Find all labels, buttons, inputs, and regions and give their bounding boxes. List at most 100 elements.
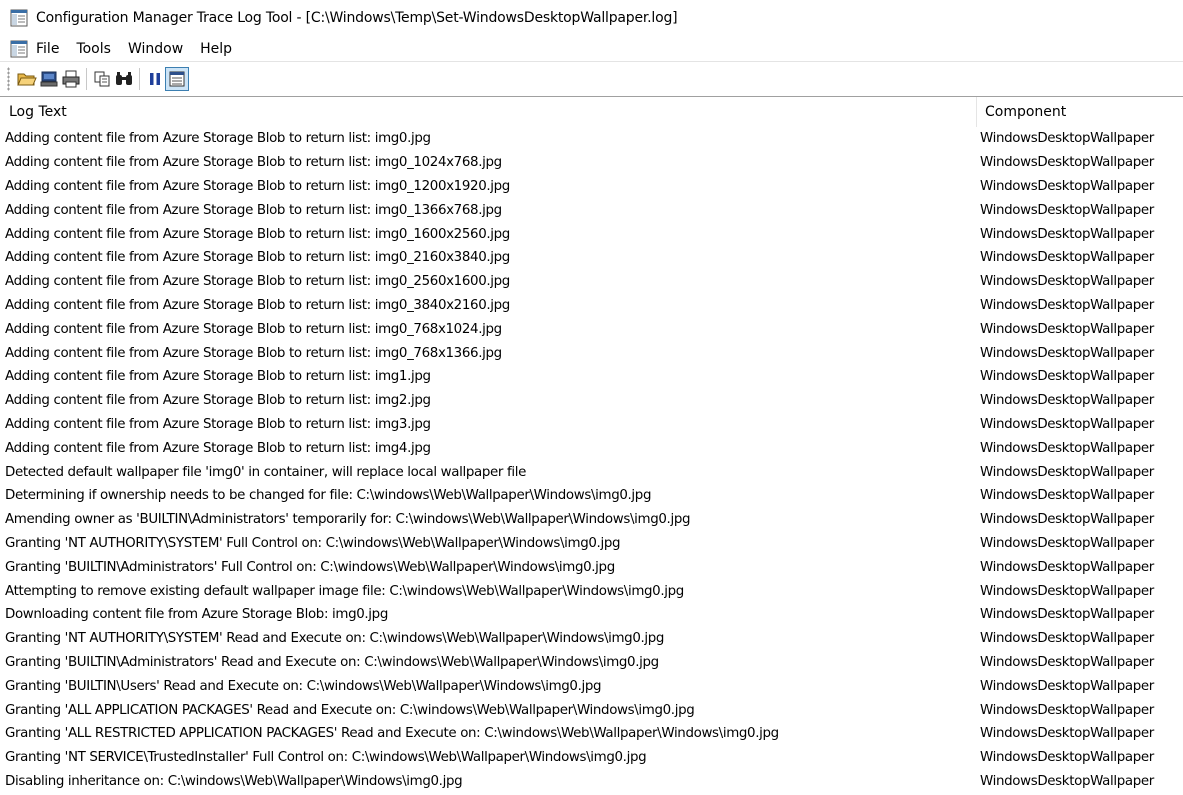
component-cell: WindowsDesktopWallpaper (980, 178, 1154, 194)
component-cell: WindowsDesktopWallpaper (980, 416, 1154, 432)
log-text-cell: Adding content file from Azure Storage B… (5, 321, 502, 337)
toolbar (0, 62, 1183, 95)
table-row[interactable]: Granting 'NT AUTHORITY\SYSTEM' Read and … (0, 627, 1183, 651)
menu-bar: File Tools Window Help (0, 36, 1183, 61)
component-cell: WindowsDesktopWallpaper (980, 155, 1154, 171)
component-cell: WindowsDesktopWallpaper (980, 631, 1154, 647)
table-row[interactable]: Granting 'NT AUTHORITY\SYSTEM' Full Cont… (0, 532, 1183, 556)
component-cell: WindowsDesktopWallpaper (980, 393, 1154, 409)
log-text-cell: Adding content file from Azure Storage B… (5, 131, 431, 147)
log-text-cell: Granting 'ALL RESTRICTED APPLICATION PAC… (5, 726, 779, 742)
cmtrace-icon (10, 9, 28, 27)
table-row[interactable]: Attempting to remove existing default wa… (0, 579, 1183, 603)
log-text-cell: Adding content file from Azure Storage B… (5, 250, 510, 266)
column-header-log-text[interactable]: Log Text (0, 97, 977, 127)
document-icon[interactable] (10, 40, 28, 58)
find-icon[interactable] (113, 68, 135, 90)
table-row[interactable]: Granting 'ALL RESTRICTED APPLICATION PAC… (0, 722, 1183, 746)
component-cell: WindowsDesktopWallpaper (980, 488, 1154, 504)
table-row[interactable]: Amending owner as 'BUILTIN\Administrator… (0, 508, 1183, 532)
log-text-cell: Granting 'BUILTIN\Administrators' Read a… (5, 654, 659, 670)
component-cell: WindowsDesktopWallpaper (980, 654, 1154, 670)
log-text-cell: Adding content file from Azure Storage B… (5, 155, 502, 171)
component-cell: WindowsDesktopWallpaper (980, 678, 1154, 694)
table-row[interactable]: Adding content file from Azure Storage B… (0, 365, 1183, 389)
table-row[interactable]: Adding content file from Azure Storage B… (0, 389, 1183, 413)
table-row[interactable]: Downloading content file from Azure Stor… (0, 603, 1183, 627)
table-row[interactable]: Determining if ownership needs to be cha… (0, 484, 1183, 508)
table-row[interactable]: Granting 'ALL APPLICATION PACKAGES' Read… (0, 698, 1183, 722)
menu-window[interactable]: Window (120, 41, 192, 57)
table-row[interactable]: Granting 'BUILTIN\Administrators' Full C… (0, 555, 1183, 579)
table-row[interactable]: Adding content file from Azure Storage B… (0, 151, 1183, 175)
table-row[interactable]: Granting 'BUILTIN\Users' Read and Execut… (0, 674, 1183, 698)
component-cell: WindowsDesktopWallpaper (980, 535, 1154, 551)
open-folder-icon[interactable] (16, 68, 38, 90)
log-text-cell: Granting 'NT AUTHORITY\SYSTEM' Full Cont… (5, 535, 621, 551)
title-bar: Configuration Manager Trace Log Tool - [… (0, 0, 1183, 36)
component-cell: WindowsDesktopWallpaper (980, 726, 1154, 742)
table-row[interactable]: Granting 'BUILTIN\Administrators' Read a… (0, 651, 1183, 675)
print-icon[interactable] (60, 68, 82, 90)
log-text-cell: Granting 'NT SERVICE\TrustedInstaller' F… (5, 750, 647, 766)
table-row[interactable]: Detected default wallpaper file 'img0' i… (0, 460, 1183, 484)
menu-file[interactable]: File (36, 41, 68, 57)
log-text-cell: Attempting to remove existing default wa… (5, 583, 684, 599)
table-row[interactable]: Adding content file from Azure Storage B… (0, 413, 1183, 437)
log-text-cell: Adding content file from Azure Storage B… (5, 226, 510, 242)
component-cell: WindowsDesktopWallpaper (980, 440, 1154, 456)
component-cell: WindowsDesktopWallpaper (980, 345, 1154, 361)
component-cell: WindowsDesktopWallpaper (980, 297, 1154, 313)
component-cell: WindowsDesktopWallpaper (980, 131, 1154, 147)
log-listview[interactable]: Log Text Component Adding content file f… (0, 96, 1183, 795)
log-text-cell: Detected default wallpaper file 'img0' i… (5, 464, 526, 480)
log-rows: Adding content file from Azure Storage B… (0, 127, 1183, 793)
log-text-cell: Adding content file from Azure Storage B… (5, 393, 431, 409)
table-row[interactable]: Granting 'NT SERVICE\TrustedInstaller' F… (0, 746, 1183, 770)
component-cell: WindowsDesktopWallpaper (980, 369, 1154, 385)
table-row[interactable]: Adding content file from Azure Storage B… (0, 222, 1183, 246)
log-text-cell: Adding content file from Azure Storage B… (5, 416, 431, 432)
column-header-component[interactable]: Component (977, 97, 1183, 127)
component-cell: WindowsDesktopWallpaper (980, 464, 1154, 480)
table-row[interactable]: Adding content file from Azure Storage B… (0, 341, 1183, 365)
menu-help[interactable]: Help (192, 41, 241, 57)
table-row[interactable]: Disabling inheritance on: C:\windows\Web… (0, 770, 1183, 794)
table-row[interactable]: Adding content file from Azure Storage B… (0, 294, 1183, 318)
log-text-cell: Disabling inheritance on: C:\windows\Web… (5, 773, 463, 789)
table-row[interactable]: Adding content file from Azure Storage B… (0, 436, 1183, 460)
open-server-icon[interactable] (38, 68, 60, 90)
log-text-cell: Adding content file from Azure Storage B… (5, 202, 502, 218)
table-row[interactable]: Adding content file from Azure Storage B… (0, 246, 1183, 270)
log-text-cell: Adding content file from Azure Storage B… (5, 440, 431, 456)
component-cell: WindowsDesktopWallpaper (980, 321, 1154, 337)
log-text-cell: Adding content file from Azure Storage B… (5, 345, 502, 361)
table-row[interactable]: Adding content file from Azure Storage B… (0, 127, 1183, 151)
component-cell: WindowsDesktopWallpaper (980, 607, 1154, 623)
log-text-cell: Downloading content file from Azure Stor… (5, 607, 388, 623)
component-cell: WindowsDesktopWallpaper (980, 512, 1154, 528)
log-text-cell: Adding content file from Azure Storage B… (5, 178, 510, 194)
table-row[interactable]: Adding content file from Azure Storage B… (0, 270, 1183, 294)
table-row[interactable]: Adding content file from Azure Storage B… (0, 198, 1183, 222)
log-text-cell: Adding content file from Azure Storage B… (5, 274, 510, 290)
log-text-cell: Granting 'BUILTIN\Users' Read and Execut… (5, 678, 602, 694)
window-title: Configuration Manager Trace Log Tool - [… (36, 10, 678, 26)
menu-tools[interactable]: Tools (68, 41, 120, 57)
component-cell: WindowsDesktopWallpaper (980, 274, 1154, 290)
log-text-cell: Granting 'NT AUTHORITY\SYSTEM' Read and … (5, 631, 665, 647)
component-cell: WindowsDesktopWallpaper (980, 750, 1154, 766)
log-text-cell: Amending owner as 'BUILTIN\Administrator… (5, 512, 691, 528)
toolbar-grip[interactable] (7, 66, 10, 91)
toolbar-separator (139, 67, 140, 90)
table-row[interactable]: Adding content file from Azure Storage B… (0, 317, 1183, 341)
pause-icon[interactable] (144, 68, 166, 90)
column-header: Log Text Component (0, 97, 1183, 127)
component-cell: WindowsDesktopWallpaper (980, 559, 1154, 575)
log-text-cell: Determining if ownership needs to be cha… (5, 488, 652, 504)
component-cell: WindowsDesktopWallpaper (980, 226, 1154, 242)
copy-icon[interactable] (91, 68, 113, 90)
highlight-icon[interactable] (165, 66, 189, 91)
log-text-cell: Adding content file from Azure Storage B… (5, 369, 431, 385)
table-row[interactable]: Adding content file from Azure Storage B… (0, 175, 1183, 199)
